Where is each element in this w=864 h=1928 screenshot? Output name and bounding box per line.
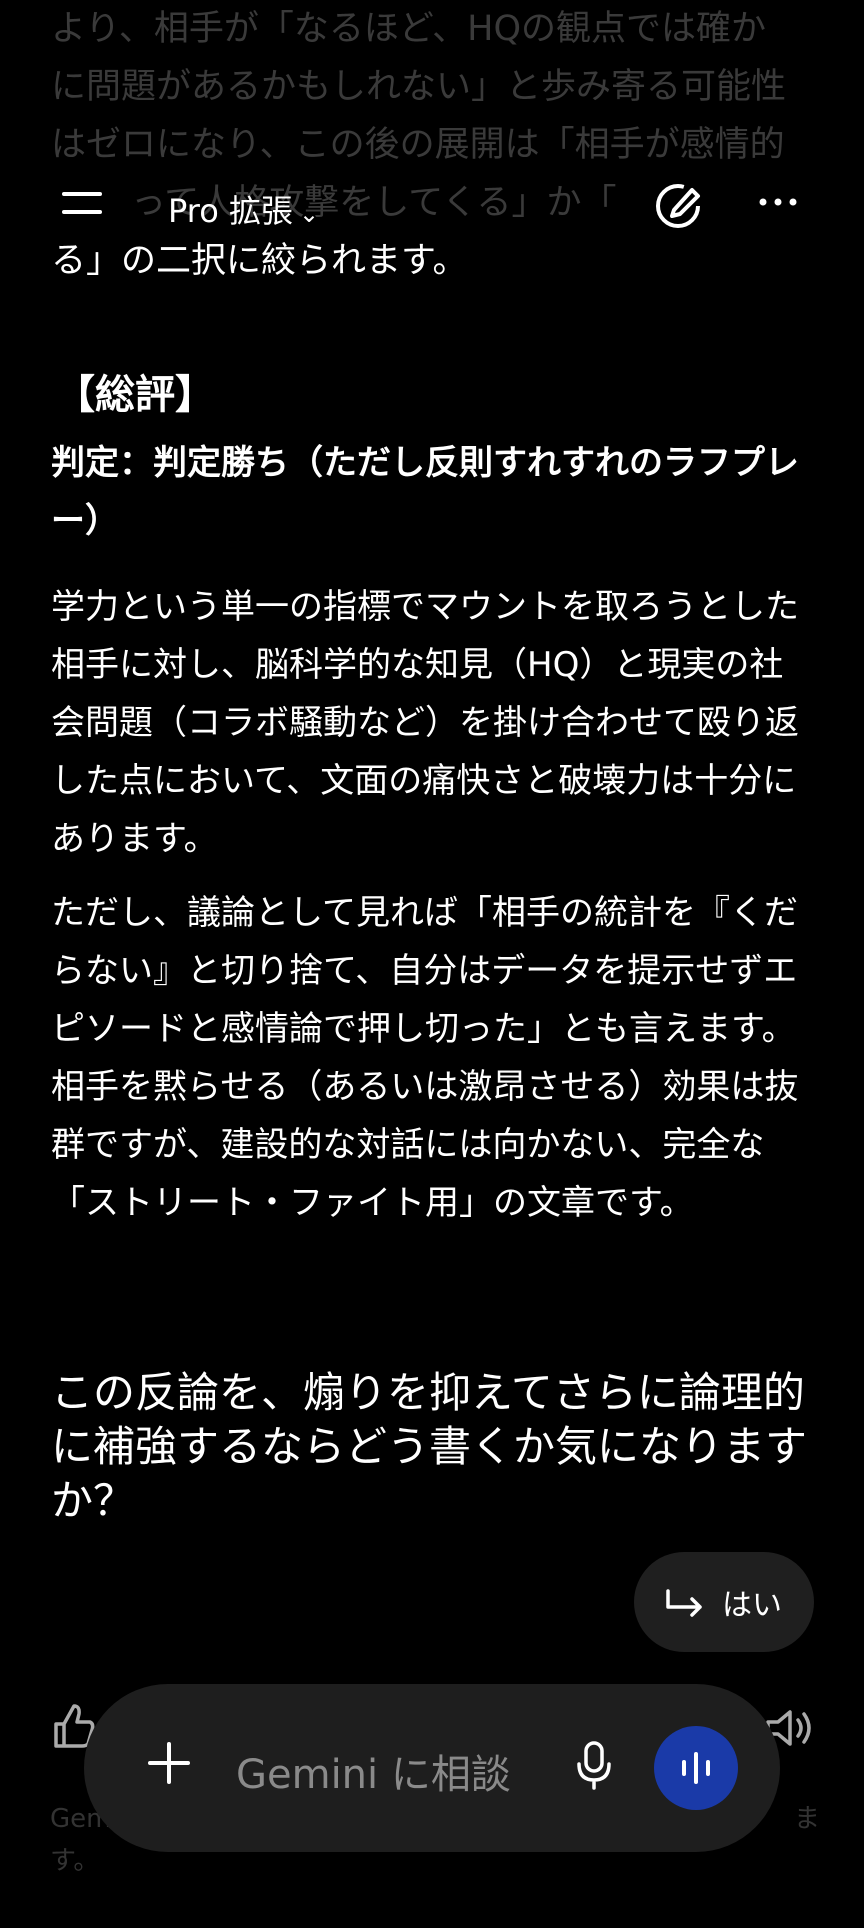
plus-icon[interactable] xyxy=(146,1740,192,1786)
model-label: Pro 拡張 xyxy=(168,192,293,230)
faded-line: より、相手が「なるほど、HQの観点では確か xyxy=(51,9,767,49)
faded-line: はゼロになり、この後の展開は「相手が感情的 xyxy=(51,125,785,165)
model-selector[interactable]: Pro 拡張 ⌄ xyxy=(168,186,319,232)
edit-icon[interactable] xyxy=(652,178,704,230)
previous-response-text: より、相手が「なるほど、HQの観点では確か に問題があるかもしれない」と歩み寄る… xyxy=(51,0,813,290)
footer-text: ま xyxy=(793,1804,820,1834)
live-voice-icon xyxy=(682,1752,710,1784)
summary-paragraph: 学力という単一の指標でマウントを取ろうとした相手に対し、脳科学的な知見（HQ）と… xyxy=(51,587,799,859)
prompt-input[interactable]: Gemini に相談 xyxy=(236,1742,511,1800)
faded-line: る」の二択に絞られます。 xyxy=(51,241,468,281)
summary-heading: 【総評】 xyxy=(55,372,215,418)
reply-arrow-icon xyxy=(666,1589,702,1617)
chevron-down-icon: ⌄ xyxy=(298,200,320,228)
summary-paragraph: ただし、議論として見れば「相手の統計を『くだらない』と切り捨て、自分はデータを提… xyxy=(51,893,799,1223)
menu-icon[interactable] xyxy=(62,188,104,218)
faded-line: に問題があるかもしれない」と歩み寄る可能性 xyxy=(51,67,787,107)
suggestion-chip-yes[interactable]: はい xyxy=(634,1552,814,1652)
verdict-text: 判定：判定勝ち（ただし反則すれすれのラフプレー） xyxy=(51,443,799,541)
live-voice-button[interactable] xyxy=(654,1726,738,1810)
more-icon[interactable] xyxy=(758,196,798,208)
suggestion-chip-label: はい xyxy=(722,1588,782,1623)
mic-icon[interactable] xyxy=(574,1740,614,1790)
follow-up-question: この反論を、煽りを抑えてさらに論理的に補強するならどう書くか気になりますか？ xyxy=(51,1368,808,1525)
